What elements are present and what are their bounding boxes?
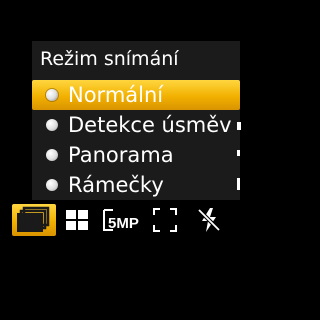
menu-item-normal[interactable]: Normální [32,80,240,110]
menu-title: Režim snímání [40,48,179,70]
shooting-mode-list: Normální Detekce úsměv Panorama Rámečky [32,80,240,200]
radio-icon [46,119,58,131]
side-indicator-icon [237,122,241,130]
menu-item-label: Normální [68,83,164,107]
menu-item-panorama[interactable]: Panorama [32,140,240,170]
menu-item-label: Panorama [68,143,174,167]
grid-icon [66,210,88,230]
tab-shooting-mode[interactable] [12,204,56,236]
menu-item-label: Rámečky [68,173,164,197]
tab-resolution[interactable]: 5MP [100,204,146,236]
resolution-label: 5MP [108,215,139,232]
menu-item-frames[interactable]: Rámečky [32,170,240,200]
menu-item-smile-detection[interactable]: Detekce úsměv [32,110,240,140]
radio-selected-icon [46,89,58,101]
radio-icon [46,149,58,161]
radio-icon [46,179,58,191]
menu-item-label: Detekce úsměv [68,113,232,137]
focus-frame-icon [153,208,177,232]
tab-flash[interactable] [194,204,224,236]
tab-focus[interactable] [150,204,180,236]
flash-off-icon [197,208,221,232]
shooting-mode-icon [17,206,50,232]
side-indicator-icon [237,150,240,156]
resolution-5mp-icon: 5MP [103,209,139,232]
tab-grid[interactable] [62,204,92,236]
side-indicator-icon [237,178,240,190]
